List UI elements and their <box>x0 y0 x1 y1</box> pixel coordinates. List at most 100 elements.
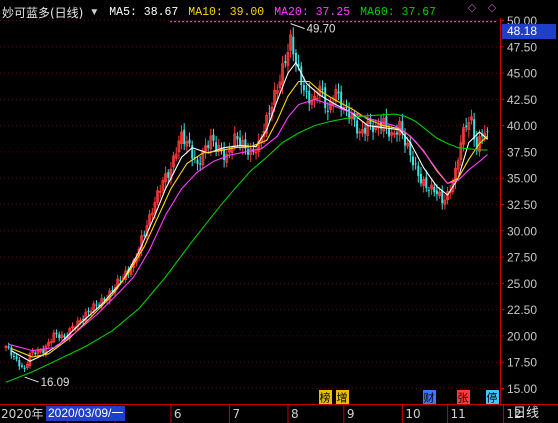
stock-title[interactable]: 妙可蓝多(日线) <box>2 4 83 21</box>
x-tick-label: 10 <box>405 407 420 421</box>
candle-body <box>300 66 303 86</box>
candle-body <box>7 346 10 348</box>
candle-body <box>236 136 239 140</box>
candle-body <box>188 139 191 144</box>
y-tick-label: 22.50 <box>507 303 537 317</box>
candle-body <box>417 165 420 176</box>
x-tick-label: 2020年 <box>1 407 44 421</box>
candle-body <box>87 310 90 312</box>
y-tick-label: 15.00 <box>507 382 537 396</box>
candle-body <box>95 304 98 306</box>
axes-layer: 50.0047.5045.0042.5040.0037.5035.0032.50… <box>0 14 558 423</box>
candle-body <box>414 163 417 165</box>
candle-body <box>268 113 271 115</box>
x-tick-label: 11 <box>451 407 466 421</box>
annotation-pointer <box>290 23 305 30</box>
event-marker-label: 财 <box>424 391 435 405</box>
chart-header: 妙可蓝多(日线) ▼ MA5: 38.67 MA10: 39.00 MA20: … <box>2 4 436 20</box>
candle-body <box>433 186 436 193</box>
candle-body <box>425 177 428 188</box>
candle-body <box>348 108 351 119</box>
candle-body <box>207 145 210 148</box>
candlestick-chart: 50.0047.5045.0042.5040.0037.5035.0032.50… <box>0 14 558 423</box>
candle-body <box>23 367 26 369</box>
candle-body <box>427 190 430 192</box>
event-marker-label: 榜 <box>320 391 331 405</box>
y-tick-label: 30.00 <box>507 224 537 238</box>
candle-body <box>12 355 15 357</box>
candle-body <box>302 85 305 91</box>
candle-body <box>305 90 308 92</box>
annotation-label: 16.09 <box>41 377 70 389</box>
ma20-label: MA20: 37.25 <box>274 5 351 19</box>
ma-lines-layer <box>5 61 488 383</box>
candle-body <box>486 131 489 133</box>
ma-line-ma20 <box>8 98 488 352</box>
y-tick-label: 40.00 <box>507 119 537 133</box>
candle-body <box>34 352 37 355</box>
dropdown-triangle-icon[interactable]: ▼ <box>89 7 99 18</box>
current-price-badge: 48.18 <box>502 24 556 39</box>
event-marker-label: 增 <box>337 391 348 405</box>
candle-body <box>396 132 399 135</box>
diamond-icon[interactable]: ◇ <box>487 3 497 14</box>
candle-body <box>98 304 101 306</box>
x-tick-label: 9 <box>347 407 355 421</box>
ma60-label: MA60: 37.67 <box>360 5 437 19</box>
y-tick-label: 27.50 <box>507 251 537 265</box>
candle-body <box>63 335 66 338</box>
candle-body <box>372 126 375 133</box>
candle-body <box>364 127 367 134</box>
candles-layer <box>4 27 489 372</box>
candle-body <box>294 52 297 63</box>
candle-body <box>385 116 388 127</box>
y-tick-label: 45.00 <box>507 67 537 81</box>
y-tick-label: 25.00 <box>507 277 537 291</box>
ma-line-ma60 <box>5 113 488 383</box>
candle-body <box>119 280 122 282</box>
candle-body <box>411 156 414 166</box>
annotation-pointer <box>24 376 39 383</box>
candle-body <box>196 159 199 165</box>
period-label[interactable]: 日线 <box>513 405 539 422</box>
candle-body <box>55 332 58 335</box>
event-marker-label: 停 <box>487 391 498 405</box>
candle-body <box>199 163 202 165</box>
candle-body <box>247 149 250 155</box>
y-tick-label: 17.50 <box>507 356 537 370</box>
x-tick-label: 7 <box>232 407 240 421</box>
candle-body <box>340 91 343 109</box>
candle-body <box>284 61 287 64</box>
candle-body <box>356 120 359 134</box>
candle-body <box>167 171 170 178</box>
candle-body <box>183 129 186 144</box>
candle-body <box>388 128 391 137</box>
y-tick-label: 42.50 <box>507 93 537 107</box>
candle-body <box>441 190 444 204</box>
candle-body <box>223 149 226 160</box>
candle-body <box>143 234 146 236</box>
y-tick-label: 20.00 <box>507 329 537 343</box>
candle-body <box>465 125 468 128</box>
y-tick-label: 37.50 <box>507 145 537 159</box>
y-tick-label: 32.50 <box>507 198 537 212</box>
candle-body <box>321 88 324 90</box>
ma10-label: MA10: 39.00 <box>188 5 265 19</box>
y-tick-label: 47.50 <box>507 40 537 54</box>
candle-body <box>326 110 329 113</box>
ma5-label: MA5: 38.67 <box>109 5 179 19</box>
candle-body <box>435 190 438 195</box>
candle-body <box>292 36 295 55</box>
diamond-icon[interactable]: ◇ <box>467 3 477 14</box>
y-tick-label: 35.00 <box>507 172 537 186</box>
candle-body <box>215 142 218 151</box>
date-box: 2020/03/09/一 <box>46 406 126 421</box>
x-tick-label: 6 <box>174 407 182 421</box>
candle-body <box>337 91 340 94</box>
candle-body <box>20 365 23 367</box>
candle-body <box>239 137 242 147</box>
candle-body <box>15 356 18 360</box>
candle-body <box>212 134 215 141</box>
event-marker-label: 张 <box>458 392 469 405</box>
candle-body <box>58 334 61 339</box>
